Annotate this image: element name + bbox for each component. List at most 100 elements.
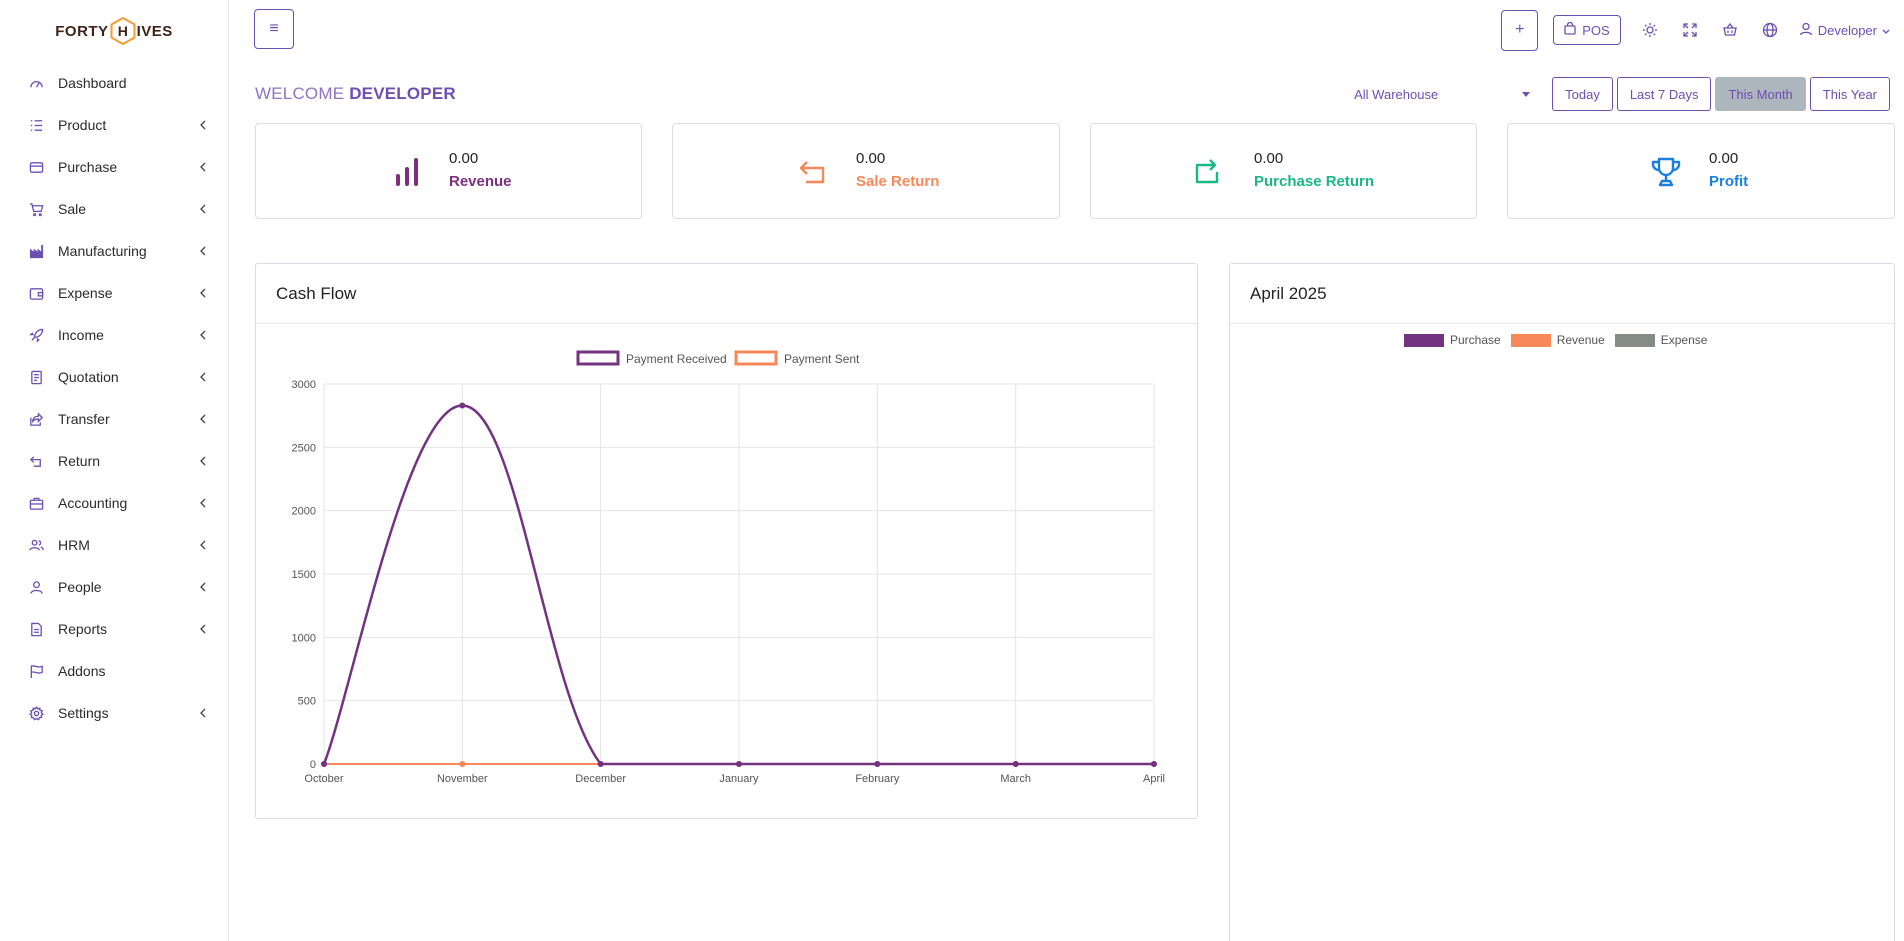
- fullscreen-icon[interactable]: [1679, 19, 1701, 41]
- welcome-prefix: WELCOME: [255, 84, 345, 103]
- sidebar-item-return[interactable]: Return: [0, 440, 228, 482]
- list-icon: [28, 117, 44, 133]
- y-tick-label: 1500: [292, 569, 316, 581]
- sidebar-item-label: Quotation: [58, 369, 119, 385]
- cash-flow-chart[interactable]: 0 500 1000 1500 2000 2500 3000 October November D…: [256, 325, 1197, 819]
- range-buttons: Today Last 7 Days This Month This Year: [1552, 77, 1890, 111]
- stat-value: 0.00: [1709, 150, 1739, 167]
- cash-flow-panel: Cash Flow 0 500 1000 1500 2000 2500 3000 Octobe…: [255, 263, 1198, 819]
- rocket-icon: [28, 327, 44, 343]
- legend-swatch: [1614, 333, 1655, 347]
- range-last-7-days-button[interactable]: Last 7 Days: [1616, 77, 1712, 111]
- date-filters: All Warehouse Today Last 7 Days This Month…: [1340, 77, 1890, 111]
- legend-label: Purchase: [1450, 333, 1501, 347]
- sidebar-item-sale[interactable]: Sale: [0, 188, 228, 230]
- sidebar-item-manufacturing[interactable]: Manufacturing: [0, 230, 228, 272]
- sidebar-item-label: Manufacturing: [58, 243, 147, 259]
- chevron-left-icon: [198, 370, 208, 384]
- sidebar-item-label: Transfer: [58, 411, 110, 427]
- data-point: [459, 402, 466, 409]
- sidebar-item-label: People: [58, 579, 102, 595]
- briefcase-icon: [28, 495, 44, 511]
- bar-chart-icon: [389, 154, 425, 190]
- sidebar-item-product[interactable]: Product: [0, 104, 228, 146]
- flag-icon: [28, 663, 44, 679]
- stat-card-profit: 0.00 Profit: [1507, 123, 1895, 219]
- add-button[interactable]: +: [1501, 9, 1539, 51]
- stat-value: 0.00: [1254, 150, 1284, 167]
- chevron-left-icon: [198, 454, 208, 468]
- sidebar-item-people[interactable]: People: [0, 566, 228, 608]
- sidebar-item-purchase[interactable]: Purchase: [0, 146, 228, 188]
- legend-item-purchase[interactable]: Purchase: [1404, 333, 1501, 347]
- x-tick-label: October: [304, 773, 343, 785]
- welcome-heading: WELCOME DEVELOPER: [255, 84, 456, 104]
- globe-icon[interactable]: [1759, 19, 1781, 41]
- chevron-left-icon: [198, 160, 208, 174]
- chevron-left-icon: [198, 328, 208, 342]
- factory-icon: [28, 243, 44, 259]
- sidebar-item-label: Purchase: [58, 159, 118, 175]
- x-tick-label: November: [437, 773, 488, 785]
- y-tick-label: 2000: [292, 506, 316, 518]
- sidebar-item-dashboard[interactable]: Dashboard: [0, 62, 228, 104]
- legend-item-revenue[interactable]: Revenue: [1510, 333, 1605, 347]
- sidebar-nav: Dashboard Product Purchase Sale Manufacturin…: [0, 62, 228, 734]
- user-icon: [1799, 22, 1813, 39]
- welcome-name: DEVELOPER: [349, 84, 456, 103]
- pos-button[interactable]: POS: [1553, 15, 1621, 45]
- hexagon-logo-icon: H: [110, 17, 136, 45]
- stat-label: Purchase Return: [1254, 173, 1375, 190]
- sidebar-item-expense[interactable]: Expense: [0, 272, 228, 314]
- legend-label: Revenue: [1556, 333, 1605, 347]
- stat-card-revenue: 0.00 Revenue: [255, 123, 642, 219]
- warehouse-select[interactable]: All Warehouse: [1340, 77, 1540, 111]
- sidebar-item-addons[interactable]: Addons: [0, 650, 228, 692]
- document-icon: [28, 369, 44, 385]
- stat-label: Sale Return: [856, 173, 940, 190]
- sidebar-item-reports[interactable]: Reports: [0, 608, 228, 650]
- brand-logo[interactable]: FORTY H I VES: [0, 0, 228, 62]
- gauge-icon: [28, 75, 44, 91]
- x-tick-label: February: [855, 773, 900, 785]
- sidebar-item-transfer[interactable]: Transfer: [0, 398, 228, 440]
- chevron-left-icon: [198, 580, 208, 594]
- x-tick-label: January: [719, 773, 759, 785]
- app: FORTY H I VES Dashboard Product Purchase Sa…: [0, 0, 1904, 941]
- chevron-down-icon: [1882, 23, 1890, 38]
- stat-value: 0.00: [449, 150, 479, 167]
- sidebar-item-label: Income: [58, 327, 104, 343]
- file-icon: [28, 621, 44, 637]
- gear-icon: [28, 705, 44, 721]
- sidebar-item-label: Accounting: [58, 495, 128, 511]
- stat-label: Profit: [1709, 173, 1749, 190]
- sidebar-item-accounting[interactable]: Accounting: [0, 482, 228, 524]
- range-today-button[interactable]: Today: [1552, 77, 1613, 111]
- share-icon: [28, 411, 44, 427]
- theme-toggle-sun-icon[interactable]: [1639, 19, 1661, 41]
- sidebar-item-label: Return: [58, 453, 101, 469]
- bag-icon: [1564, 21, 1576, 38]
- sidebar-item-settings[interactable]: Settings: [0, 692, 228, 734]
- data-point: [874, 761, 881, 767]
- y-tick-label: 1000: [292, 632, 316, 644]
- range-this-month-button[interactable]: This Month: [1715, 77, 1806, 111]
- legend-label: Payment Received: [626, 352, 727, 366]
- sidebar-item-income[interactable]: Income: [0, 314, 228, 356]
- wallet-icon: [28, 285, 44, 301]
- range-this-year-button[interactable]: This Year: [1809, 77, 1890, 111]
- basket-icon[interactable]: [1719, 19, 1741, 41]
- refresh-square-icon: [1189, 154, 1225, 190]
- menu-toggle-button[interactable]: ≡: [254, 9, 294, 49]
- stat-label: Revenue: [449, 173, 512, 190]
- sidebar-item-hrm[interactable]: HRM: [0, 524, 228, 566]
- sidebar-item-quotation[interactable]: Quotation: [0, 356, 228, 398]
- chevron-left-icon: [198, 538, 208, 552]
- sidebar-item-label: Reports: [58, 621, 108, 637]
- sidebar-item-label: Dashboard: [58, 75, 127, 91]
- legend-item-expense[interactable]: Expense: [1614, 333, 1707, 347]
- user-menu[interactable]: Developer: [1799, 22, 1890, 39]
- user-name: Developer: [1817, 22, 1877, 38]
- chevron-left-icon: [198, 706, 208, 720]
- monthly-summary-title: April 2025: [1230, 264, 1894, 324]
